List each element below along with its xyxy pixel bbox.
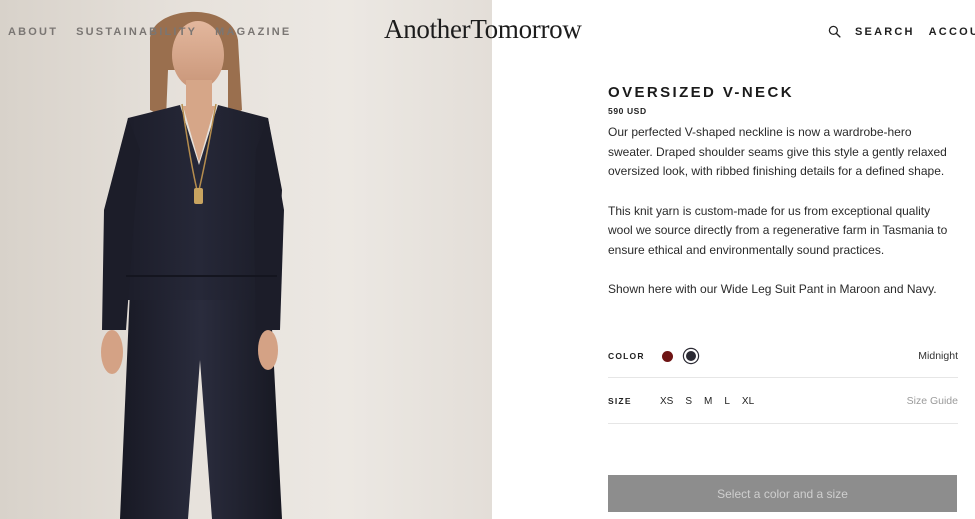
color-label: COLOR (608, 351, 645, 361)
account-link[interactable]: ACCOU (929, 26, 975, 38)
product-page: ABOUT SUSTAINABILITY MAGAZINE AnotherTom… (0, 0, 975, 519)
size-option-xl[interactable]: XL (742, 396, 754, 407)
selected-color-name: Midnight (918, 350, 958, 362)
size-label: SIZE (608, 396, 632, 406)
divider (608, 377, 958, 378)
size-selector: SIZE XS S M L XL Size Guide (608, 390, 958, 412)
product-title: OVERSIZED V-NECK (608, 84, 794, 101)
color-selector: COLOR Midnight (608, 345, 958, 367)
size-option-l[interactable]: L (724, 396, 730, 407)
product-price: 590 USD (608, 106, 647, 116)
search-icon[interactable] (828, 25, 841, 38)
color-swatch-midnight[interactable] (686, 351, 696, 361)
nav-magazine-link[interactable]: MAGAZINE (215, 26, 291, 38)
product-hero-image: ABOUT SUSTAINABILITY MAGAZINE (0, 0, 492, 519)
size-option-xs[interactable]: XS (660, 396, 673, 407)
size-guide-link[interactable]: Size Guide (907, 395, 958, 407)
size-option-m[interactable]: M (704, 396, 712, 407)
description-paragraph: Shown here with our Wide Leg Suit Pant i… (608, 282, 937, 296)
search-link[interactable]: SEARCH (855, 26, 915, 38)
nav-about-link[interactable]: ABOUT (8, 26, 58, 38)
description-paragraph: This knit yarn is custom-made for us fro… (608, 203, 948, 257)
divider (608, 423, 958, 424)
description-paragraph: Our perfected V-shaped neckline is now a… (608, 125, 947, 178)
product-info: OVERSIZED V-NECK 590 USD Our perfected V… (608, 84, 958, 300)
brand-logo[interactable]: AnotherTomorrow (384, 14, 582, 45)
primary-nav: ABOUT SUSTAINABILITY MAGAZINE (8, 26, 291, 38)
color-swatch-maroon[interactable] (662, 350, 673, 362)
nav-sustainability-link[interactable]: SUSTAINABILITY (76, 26, 197, 38)
size-option-s[interactable]: S (685, 396, 692, 407)
color-swatches (662, 350, 696, 362)
utility-nav: SEARCH ACCOU (828, 25, 975, 38)
add-to-bag-button[interactable]: Select a color and a size (608, 475, 957, 512)
model-photo (101, 11, 284, 519)
size-options: XS S M L XL (660, 396, 754, 407)
